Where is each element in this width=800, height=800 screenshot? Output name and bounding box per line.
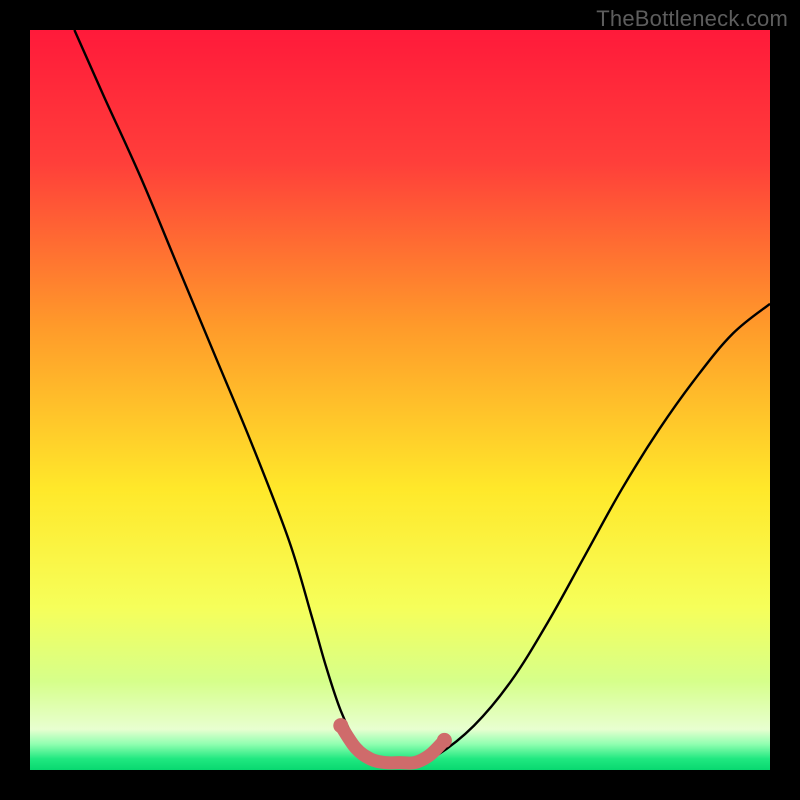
optimal-band-dot (333, 718, 348, 733)
watermark-text: TheBottleneck.com (596, 6, 788, 32)
gradient-background (30, 30, 770, 770)
plot-area (30, 30, 770, 770)
chart-frame: TheBottleneck.com (0, 0, 800, 800)
bottleneck-chart (30, 30, 770, 770)
optimal-band-dot (437, 733, 452, 748)
